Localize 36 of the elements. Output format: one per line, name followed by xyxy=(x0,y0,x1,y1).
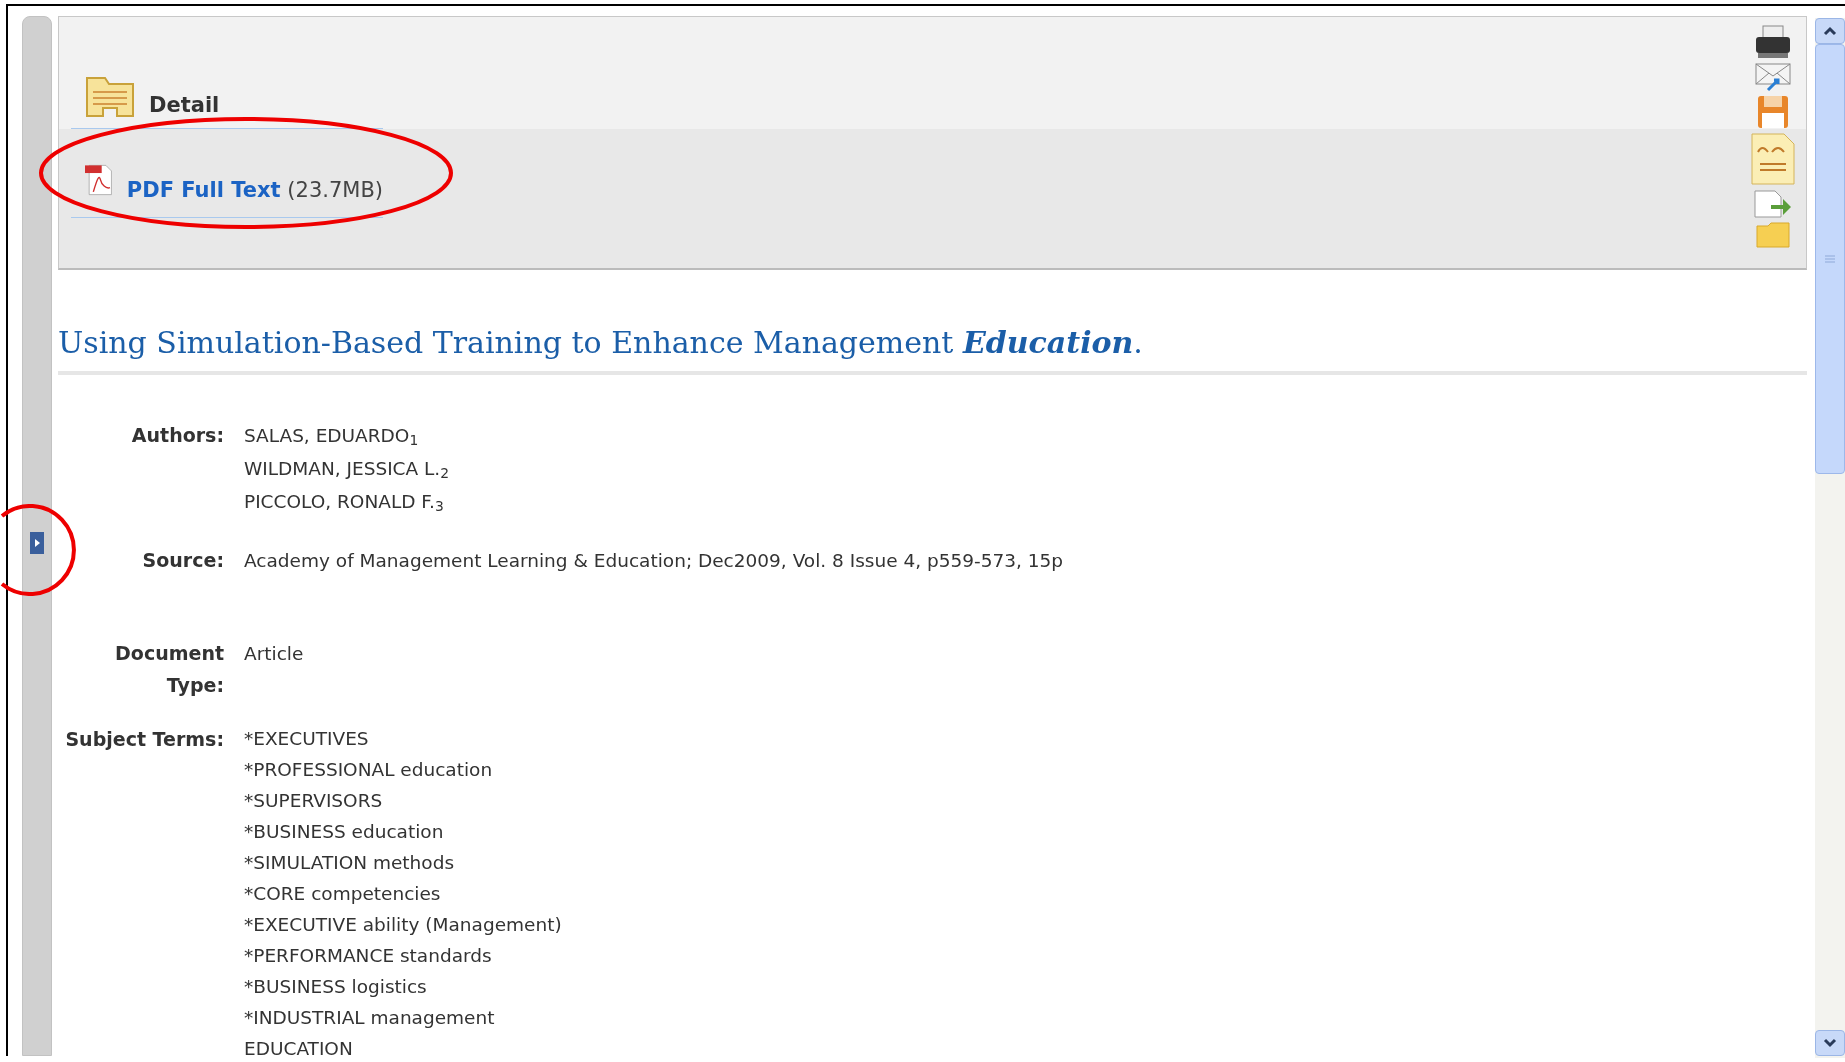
field-value: PICCOLO, RONALD F.$_{3}$ xyxy=(244,490,445,517)
field-label: Authors: xyxy=(130,423,224,448)
field-value: WILDMAN, JESSICA L.$_{2}$ xyxy=(244,457,450,484)
field-value: *CORE competencies xyxy=(244,882,442,906)
field-label: Subject Terms: xyxy=(64,727,224,752)
field-value: SALAS, EDUARDO$_{1}$ xyxy=(244,424,420,451)
folder-icon xyxy=(85,76,135,118)
field-value: *EXECUTIVES xyxy=(244,727,370,751)
field-value: Academy of Management Learning & Education; Dec2009, Vol. 8 Issue 4, p559-573, 15p xyxy=(244,549,1064,573)
email-icon[interactable] xyxy=(1754,62,1792,92)
detail-label: Detail xyxy=(149,95,220,118)
scroll-thumb[interactable] xyxy=(1815,44,1845,474)
field-value: Article xyxy=(244,642,304,666)
field-value: *PERFORMANCE standards xyxy=(244,944,493,968)
field-value: *PROFESSIONAL education xyxy=(244,758,494,782)
field-label: Source: xyxy=(141,548,224,573)
field-value: *EXECUTIVE ability (Management) xyxy=(244,913,562,937)
grip-icon xyxy=(1825,254,1835,264)
field-label: Document Type: xyxy=(114,641,224,698)
scroll-up-button[interactable] xyxy=(1815,18,1845,44)
field-value: *SUPERVISORS xyxy=(244,789,384,813)
cite-icon[interactable] xyxy=(1750,132,1796,186)
field-value: *SIMULATION methods xyxy=(244,851,456,875)
save-icon[interactable] xyxy=(1757,95,1789,129)
print-icon[interactable] xyxy=(1754,25,1792,59)
down-chevron-icon xyxy=(1823,1038,1837,1048)
field-value: *BUSINESS education xyxy=(244,820,445,844)
field-value: EDUCATION xyxy=(244,1037,354,1056)
export-icon[interactable] xyxy=(1753,189,1793,219)
scroll-down-button[interactable] xyxy=(1815,1030,1845,1056)
field-value: *INDUSTRIAL management xyxy=(244,1006,496,1030)
article-title: Using Simulation-Based Training to Enhance Management Education. xyxy=(58,270,1807,375)
up-chevron-icon xyxy=(1823,26,1837,36)
file-size: (23.7MB) xyxy=(287,178,383,202)
pdf-full-text-link[interactable]: PDF Full Text xyxy=(126,178,281,202)
field-value: *BUSINESS logistics xyxy=(244,975,428,999)
